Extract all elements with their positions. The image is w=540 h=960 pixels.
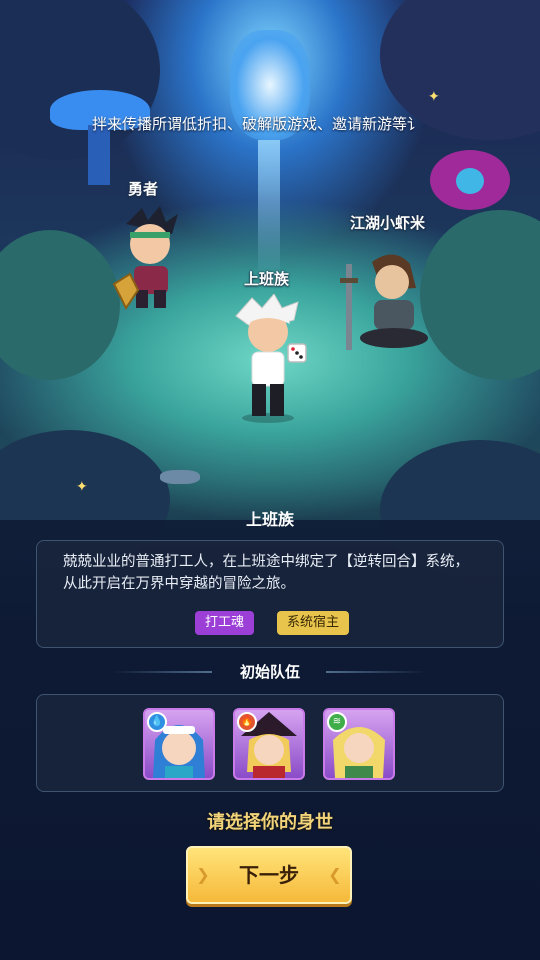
character-label-swordsman[interactable]: 江湖小虾米	[350, 212, 425, 233]
choose-origin-prompt: 请选择你的身世	[207, 812, 333, 833]
identity-description: 兢兢业业的普通打工人，在上班途中绑定了【逆转回合】系统，从此开启在万界中穿越的冒…	[63, 554, 469, 592]
identity-panel: 兢兢业业的普通打工人，在上班途中绑定了【逆转回合】系统，从此开启在万界中穿越的冒…	[36, 540, 504, 648]
team-title: 初始队伍	[239, 663, 300, 681]
character-hero[interactable]	[112, 204, 192, 314]
character-swordsman[interactable]	[338, 248, 438, 352]
character-office-worker[interactable]	[222, 293, 322, 424]
notice-ticker: 拌来传播所谓低折扣、破解版游戏、邀请新游等讠	[92, 112, 448, 136]
identity-tag: 系统宿主	[277, 611, 350, 635]
team-member-card[interactable]: 💧	[143, 708, 215, 780]
divider-right	[326, 671, 426, 673]
fire-icon: 🔥	[237, 712, 257, 732]
identity-title: 上班族	[245, 510, 294, 529]
chevron-right-icon: ❯	[196, 865, 210, 884]
character-label-hero[interactable]: 勇者	[128, 178, 158, 199]
wind-icon: ≋	[327, 712, 347, 732]
identity-tag: 打工魂	[195, 611, 255, 635]
team-panel: 💧 🔥 ≋	[36, 694, 504, 792]
next-step-button[interactable]: ❯ 下一步 ❮	[186, 846, 352, 904]
game-scene: ✦ ✦ 拌来传播所谓低折扣、破解版游戏、邀请新游等讠 勇者 江湖小虾米 上班族 …	[0, 0, 540, 960]
team-member-card[interactable]: 🔥	[233, 708, 305, 780]
water-drop-icon: 💧	[147, 712, 167, 732]
next-step-label: 下一步	[239, 863, 299, 887]
chevron-left-icon: ❮	[328, 865, 342, 884]
notice-text: 拌来传播所谓低折扣、破解版游戏、邀请新游等讠	[92, 115, 423, 133]
character-label-office-worker[interactable]: 上班族	[244, 268, 289, 289]
team-member-card[interactable]: ≋	[323, 708, 395, 780]
